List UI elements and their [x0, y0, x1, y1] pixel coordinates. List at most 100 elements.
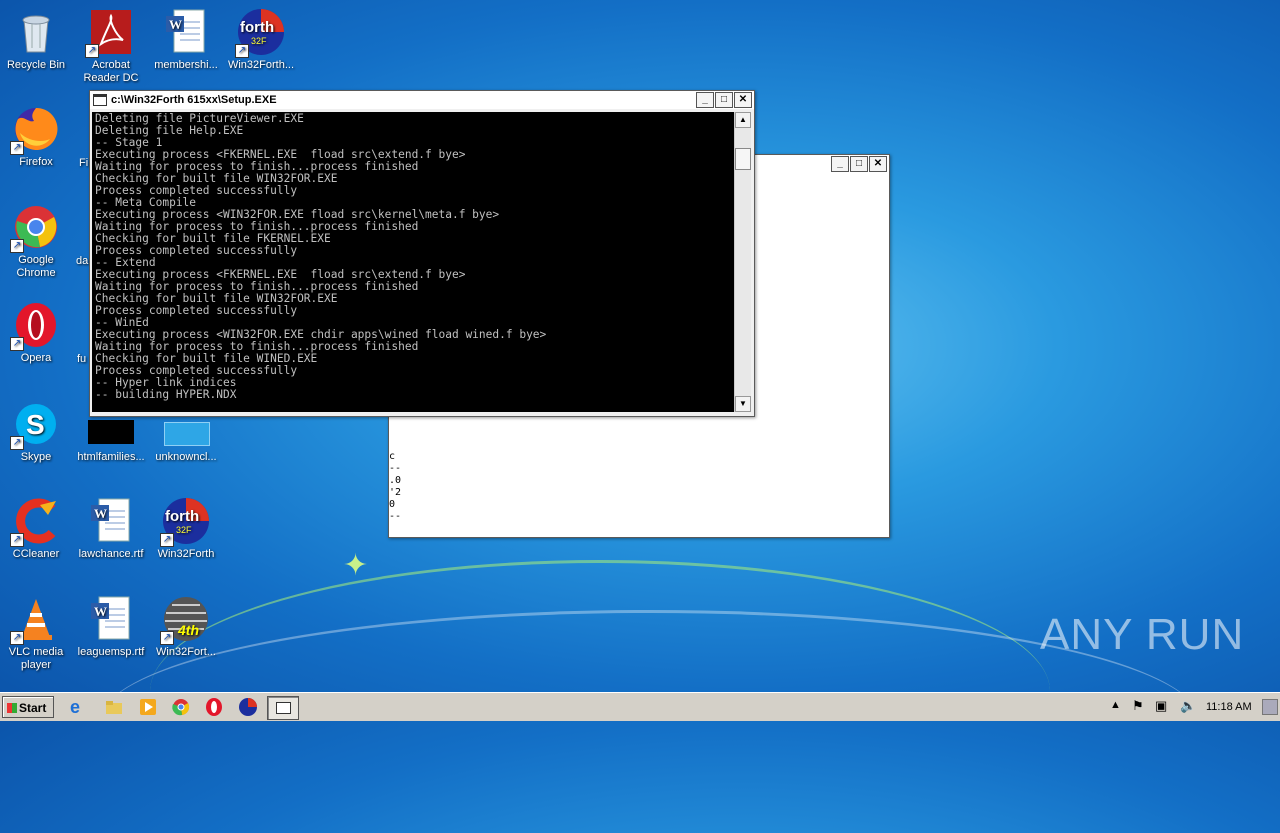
background-window-content: c -- .0 '2 0 --: [389, 451, 401, 523]
desktop-icon-label: Win32Fort...: [156, 646, 216, 658]
recycle-bin-icon: [12, 8, 60, 56]
console-window[interactable]: c:\Win32Forth 615xx\Setup.EXE _ □ ✕ Dele…: [89, 90, 755, 417]
console-line: Process completed successfully: [95, 304, 298, 317]
console-scrollbar[interactable]: ▲ ▼: [734, 112, 751, 412]
text-fragment: '2: [389, 487, 402, 498]
text-fragment: 0: [389, 499, 396, 510]
start-button[interactable]: Start: [2, 696, 54, 718]
desktop-icon-label: Google Chrome: [16, 254, 56, 279]
desktop-icon-vlc[interactable]: ↗ VLC media player: [0, 595, 72, 672]
partial-label: fu: [77, 353, 87, 365]
chrome-icon: ↗: [10, 203, 60, 253]
console-output[interactable]: Deleting file PictureViewer.EXE Deleting …: [92, 112, 735, 412]
chrome-taskbar-icon[interactable]: [171, 697, 191, 717]
desktop-icon-acrobat[interactable]: ↗ Acrobat Reader DC: [75, 8, 147, 85]
desktop-icon-label: Opera: [20, 352, 52, 364]
vlc-icon: ↗: [10, 595, 60, 645]
scroll-down-button[interactable]: ▼: [735, 396, 751, 412]
desktop-icon-label: Skype: [20, 451, 52, 463]
word-document-icon: W: [87, 595, 135, 643]
desktop-icon-label: Acrobat Reader DC: [83, 59, 139, 84]
shortcut-arrow-icon: ↗: [85, 44, 99, 58]
shortcut-arrow-icon: ↗: [10, 239, 24, 253]
svg-text:32F: 32F: [251, 36, 267, 46]
word-document-icon: W: [87, 497, 135, 545]
forth-sphere-icon: 4th ↗: [160, 595, 210, 645]
opera-icon: ↗: [10, 301, 60, 351]
desktop-icon-label: leaguemsp.rtf: [77, 646, 145, 658]
win32forth-taskbar-icon[interactable]: [238, 697, 258, 717]
windows-logo-icon: [7, 703, 17, 713]
scroll-thumb[interactable]: [735, 148, 751, 170]
show-desktop-button[interactable]: [1262, 699, 1278, 715]
maximize-button[interactable]: □: [850, 156, 868, 172]
acrobat-icon: ↗: [85, 8, 135, 58]
desktop-icon-label: Recycle Bin: [6, 59, 66, 71]
shortcut-arrow-icon: ↗: [10, 141, 24, 155]
anyrun-watermark: ANY RUN: [1040, 610, 1245, 659]
folder-icon[interactable]: [104, 697, 124, 717]
svg-text:S: S: [26, 409, 45, 440]
svg-text:W: W: [94, 604, 107, 619]
maximize-button[interactable]: □: [715, 92, 733, 108]
desktop-icon-label: Firefox: [19, 156, 53, 168]
desktop-icon-firefox[interactable]: ↗ Firefox: [0, 105, 72, 169]
console-line: Process completed successfully: [95, 244, 298, 257]
shortcut-arrow-icon: ↗: [10, 631, 24, 645]
shortcut-arrow-icon: ↗: [10, 337, 24, 351]
text-fragment: .0: [389, 475, 402, 486]
text-fragment: c: [389, 451, 396, 462]
console-app-icon: [93, 94, 107, 106]
volume-icon[interactable]: 🔈: [1180, 698, 1196, 714]
console-line: Deleting file Help.EXE: [95, 124, 244, 137]
firefox-icon: ↗: [10, 105, 60, 155]
desktop-icon-recycle-bin[interactable]: Recycle Bin: [0, 8, 72, 72]
taskbar: Start e ▲ ⚑ ▣ 🔈 11:18 AM: [0, 692, 1280, 721]
desktop-icon-label: membershi...: [154, 59, 218, 71]
network-icon[interactable]: ▣: [1155, 698, 1167, 714]
ccleaner-icon: ↗: [10, 497, 60, 547]
desktop-icon-skype[interactable]: S ↗ Skype: [0, 400, 72, 464]
win32forth-icon: forth 32F ↗: [235, 8, 285, 58]
ie-icon[interactable]: e: [70, 697, 90, 717]
word-document-icon: W: [162, 8, 210, 56]
desktop-icon-membership-doc[interactable]: W membershi...: [150, 8, 222, 72]
minimize-button[interactable]: _: [696, 92, 714, 108]
start-label: Start: [19, 701, 47, 715]
win32forth-icon: forth 32F ↗: [160, 497, 210, 547]
close-button[interactable]: ✕: [734, 92, 752, 108]
close-button[interactable]: ✕: [869, 156, 887, 172]
wallpaper-swoosh: [100, 610, 1200, 833]
show-hidden-icons-icon[interactable]: ▲: [1110, 699, 1121, 711]
minimize-button[interactable]: _: [831, 156, 849, 172]
desktop-icon-lawchance[interactable]: W lawchance.rtf: [75, 497, 147, 561]
clock[interactable]: 11:18 AM: [1206, 701, 1252, 713]
desktop-icon-chrome[interactable]: ↗ Google Chrome: [0, 203, 72, 280]
shortcut-arrow-icon: ↗: [160, 631, 174, 645]
svg-text:W: W: [169, 17, 182, 32]
console-taskbar-button[interactable]: [267, 696, 299, 720]
shortcut-arrow-icon: ↗: [235, 44, 249, 58]
desktop-icon-win32forth-3[interactable]: 4th ↗ Win32Fort...: [150, 595, 222, 659]
opera-taskbar-icon[interactable]: [204, 697, 224, 717]
desktop-icon-label: unknowncl...: [155, 451, 217, 463]
action-center-flag-icon[interactable]: ⚑: [1132, 698, 1144, 714]
desktop-icon-label: VLC media player: [8, 646, 64, 671]
desktop-icon-label: CCleaner: [12, 548, 60, 560]
console-titlebar[interactable]: c:\Win32Forth 615xx\Setup.EXE _ □ ✕: [90, 91, 754, 109]
desktop-icon-opera[interactable]: ↗ Opera: [0, 301, 72, 365]
wallpaper-bird-icon: ✦: [343, 549, 369, 582]
svg-text:forth: forth: [165, 508, 199, 525]
desktop-icon-label: lawchance.rtf: [78, 548, 144, 560]
partial-label: Fi: [79, 157, 89, 169]
desktop-icon-label: Win32Forth...: [227, 59, 295, 71]
desktop-icon-win32forth-2[interactable]: forth 32F ↗ Win32Forth: [150, 497, 222, 561]
desktop-icon-ccleaner[interactable]: ↗ CCleaner: [0, 497, 72, 561]
media-player-icon[interactable]: [138, 697, 158, 717]
desktop-icon-leaguemsp[interactable]: W leaguemsp.rtf: [75, 595, 147, 659]
shortcut-arrow-icon: ↗: [10, 436, 24, 450]
console-title: c:\Win32Forth 615xx\Setup.EXE: [111, 94, 277, 106]
desktop-icon-win32forth[interactable]: forth 32F ↗ Win32Forth...: [225, 8, 297, 72]
scroll-up-button[interactable]: ▲: [735, 112, 751, 128]
svg-text:4th: 4th: [177, 622, 199, 638]
